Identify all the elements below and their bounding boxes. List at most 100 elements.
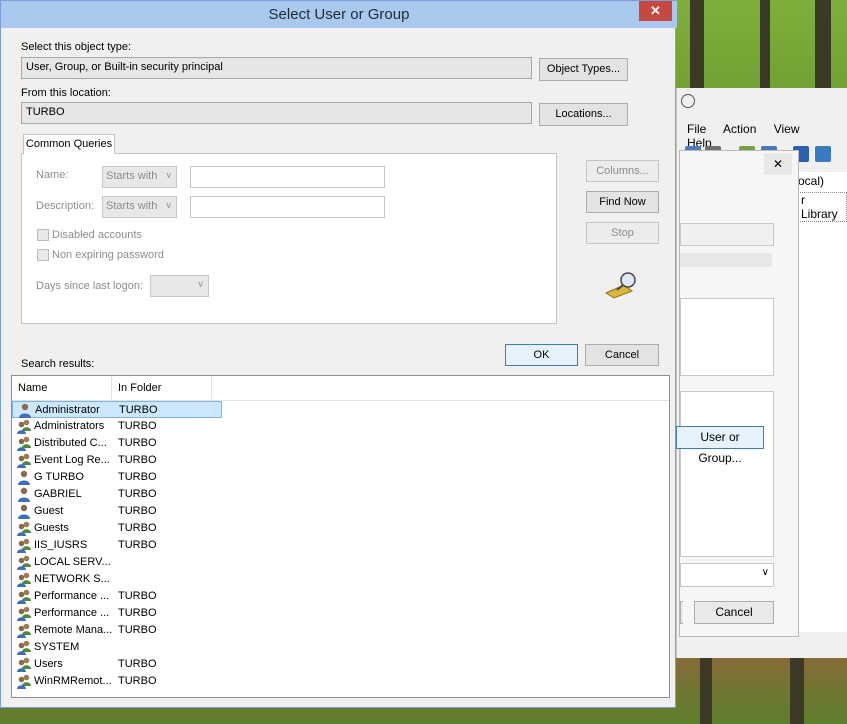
- table-row[interactable]: Guest TURBO: [12, 503, 222, 520]
- search-results-label: Search results:: [21, 358, 95, 370]
- group-icon: [16, 657, 32, 672]
- menu-view[interactable]: View: [774, 122, 800, 136]
- row-folder: TURBO: [118, 488, 157, 500]
- group-icon: [16, 623, 32, 638]
- name-input[interactable]: [190, 166, 385, 188]
- table-row[interactable]: WinRMRemot... TURBO: [12, 673, 222, 690]
- search-flashlight-icon: [604, 271, 640, 299]
- row-folder: TURBO: [118, 539, 157, 551]
- row-folder: TURBO: [118, 590, 157, 602]
- close-button[interactable]: ✕: [639, 1, 672, 21]
- row-folder: TURBO: [118, 420, 157, 432]
- row-folder: TURBO: [118, 658, 157, 670]
- tree-item[interactable]: r Library: [798, 192, 847, 222]
- description-label: Description:: [36, 200, 95, 212]
- row-name: Performance ...: [34, 590, 110, 602]
- background-cancel-button[interactable]: Cancel: [694, 601, 774, 624]
- name-mode-value: Starts with: [106, 170, 158, 182]
- row-name: Event Log Re...: [34, 454, 110, 466]
- table-row[interactable]: LOCAL SERV...: [12, 554, 222, 571]
- non-expiring-password-label: Non expiring password: [52, 249, 164, 261]
- clock-icon: [681, 94, 695, 108]
- stop-button[interactable]: Stop: [586, 222, 659, 244]
- row-name: WinRMRemot...: [34, 675, 112, 687]
- tab-common-queries[interactable]: Common Queries: [23, 134, 115, 154]
- description-input[interactable]: [190, 196, 385, 218]
- cancel-button[interactable]: Cancel: [585, 344, 659, 366]
- row-folder: TURBO: [118, 437, 157, 449]
- table-row[interactable]: Administrator TURBO: [12, 401, 222, 418]
- table-row[interactable]: IIS_IUSRS TURBO: [12, 537, 222, 554]
- table-row[interactable]: Distributed C... TURBO: [12, 435, 222, 452]
- locations-button[interactable]: Locations...: [539, 103, 628, 126]
- group-icon: [16, 419, 32, 434]
- group-icon: [16, 589, 32, 604]
- row-name: Users: [34, 658, 63, 670]
- table-row[interactable]: Guests TURBO: [12, 520, 222, 537]
- column-header-in-folder[interactable]: In Folder: [112, 376, 212, 400]
- table-row[interactable]: Remote Mana... TURBO: [12, 622, 222, 639]
- column-header-name[interactable]: Name: [12, 376, 112, 400]
- non-expiring-password-checkbox[interactable]: [37, 249, 49, 261]
- name-mode-select[interactable]: Starts with ∨: [102, 166, 177, 188]
- columns-button[interactable]: Columns...: [586, 160, 659, 182]
- chevron-down-icon: ∨: [165, 200, 172, 210]
- ok-button[interactable]: OK: [505, 344, 578, 366]
- menu-file[interactable]: File: [687, 122, 706, 136]
- table-row[interactable]: Users TURBO: [12, 656, 222, 673]
- search-results-list[interactable]: Name In Folder Administrator TURBO Adminis…: [11, 375, 670, 698]
- tree-item[interactable]: ocal): [798, 174, 824, 188]
- table-row[interactable]: Event Log Re... TURBO: [12, 452, 222, 469]
- disabled-accounts-label: Disabled accounts: [52, 229, 142, 241]
- table-row[interactable]: Performance ... TURBO: [12, 588, 222, 605]
- object-types-button[interactable]: Object Types...: [539, 58, 628, 81]
- background-cancel-button[interactable]: [680, 601, 683, 624]
- row-name: LOCAL SERV...: [34, 556, 111, 568]
- table-row[interactable]: GABRIEL TURBO: [12, 486, 222, 503]
- row-folder: TURBO: [118, 624, 157, 636]
- properties-icon[interactable]: [815, 146, 831, 162]
- user-icon: [16, 487, 32, 502]
- user-icon: [17, 403, 33, 418]
- location-label: From this location:: [21, 87, 111, 99]
- row-name: Performance ...: [34, 607, 110, 619]
- user-or-group-button[interactable]: User or Group...: [676, 426, 764, 465]
- table-row[interactable]: G TURBO TURBO: [12, 469, 222, 486]
- row-name: IIS_IUSRS: [34, 539, 88, 551]
- user-icon: [16, 470, 32, 485]
- user-icon: [16, 504, 32, 519]
- group-icon: [16, 436, 32, 451]
- group-icon: [16, 555, 32, 570]
- background-close-button[interactable]: ✕: [764, 153, 792, 175]
- row-name: SYSTEM: [34, 641, 80, 653]
- table-row[interactable]: NETWORK S...: [12, 571, 222, 588]
- table-row[interactable]: Administrators TURBO: [12, 418, 222, 435]
- find-now-button[interactable]: Find Now: [586, 191, 659, 213]
- group-icon: [16, 572, 32, 587]
- row-name: GABRIEL: [34, 488, 82, 500]
- row-name: Guest: [34, 505, 64, 517]
- row-name: Administrator: [35, 404, 100, 416]
- table-row[interactable]: Performance ... TURBO: [12, 605, 222, 622]
- row-folder: TURBO: [118, 607, 157, 619]
- object-type-field: User, Group, or Built-in security princi…: [21, 57, 532, 79]
- table-row[interactable]: SYSTEM: [12, 639, 222, 656]
- group-icon: [16, 453, 32, 468]
- name-label: Name:: [36, 169, 69, 181]
- description-mode-select[interactable]: Starts with ∨: [102, 196, 177, 218]
- disabled-accounts-checkbox[interactable]: [37, 229, 49, 241]
- dialog-title: Select User or Group: [268, 6, 410, 23]
- row-folder: TURBO: [118, 471, 157, 483]
- days-since-logon-select[interactable]: ∨: [150, 275, 209, 297]
- close-icon: ✕: [650, 3, 661, 18]
- background-tree-panel: ocal) r Library: [798, 172, 847, 632]
- select-user-or-group-dialog: Select User or Group ✕ Select this objec…: [0, 0, 677, 708]
- group-icon: [16, 674, 32, 689]
- group-icon: [16, 521, 32, 536]
- row-folder: TURBO: [119, 404, 158, 416]
- menu-action[interactable]: Action: [723, 122, 756, 136]
- days-since-logon-label: Days since last logon:: [36, 280, 143, 292]
- background-dropdown[interactable]: ∨: [680, 563, 774, 587]
- object-type-label: Select this object type:: [21, 41, 132, 53]
- row-name: Guests: [34, 522, 69, 534]
